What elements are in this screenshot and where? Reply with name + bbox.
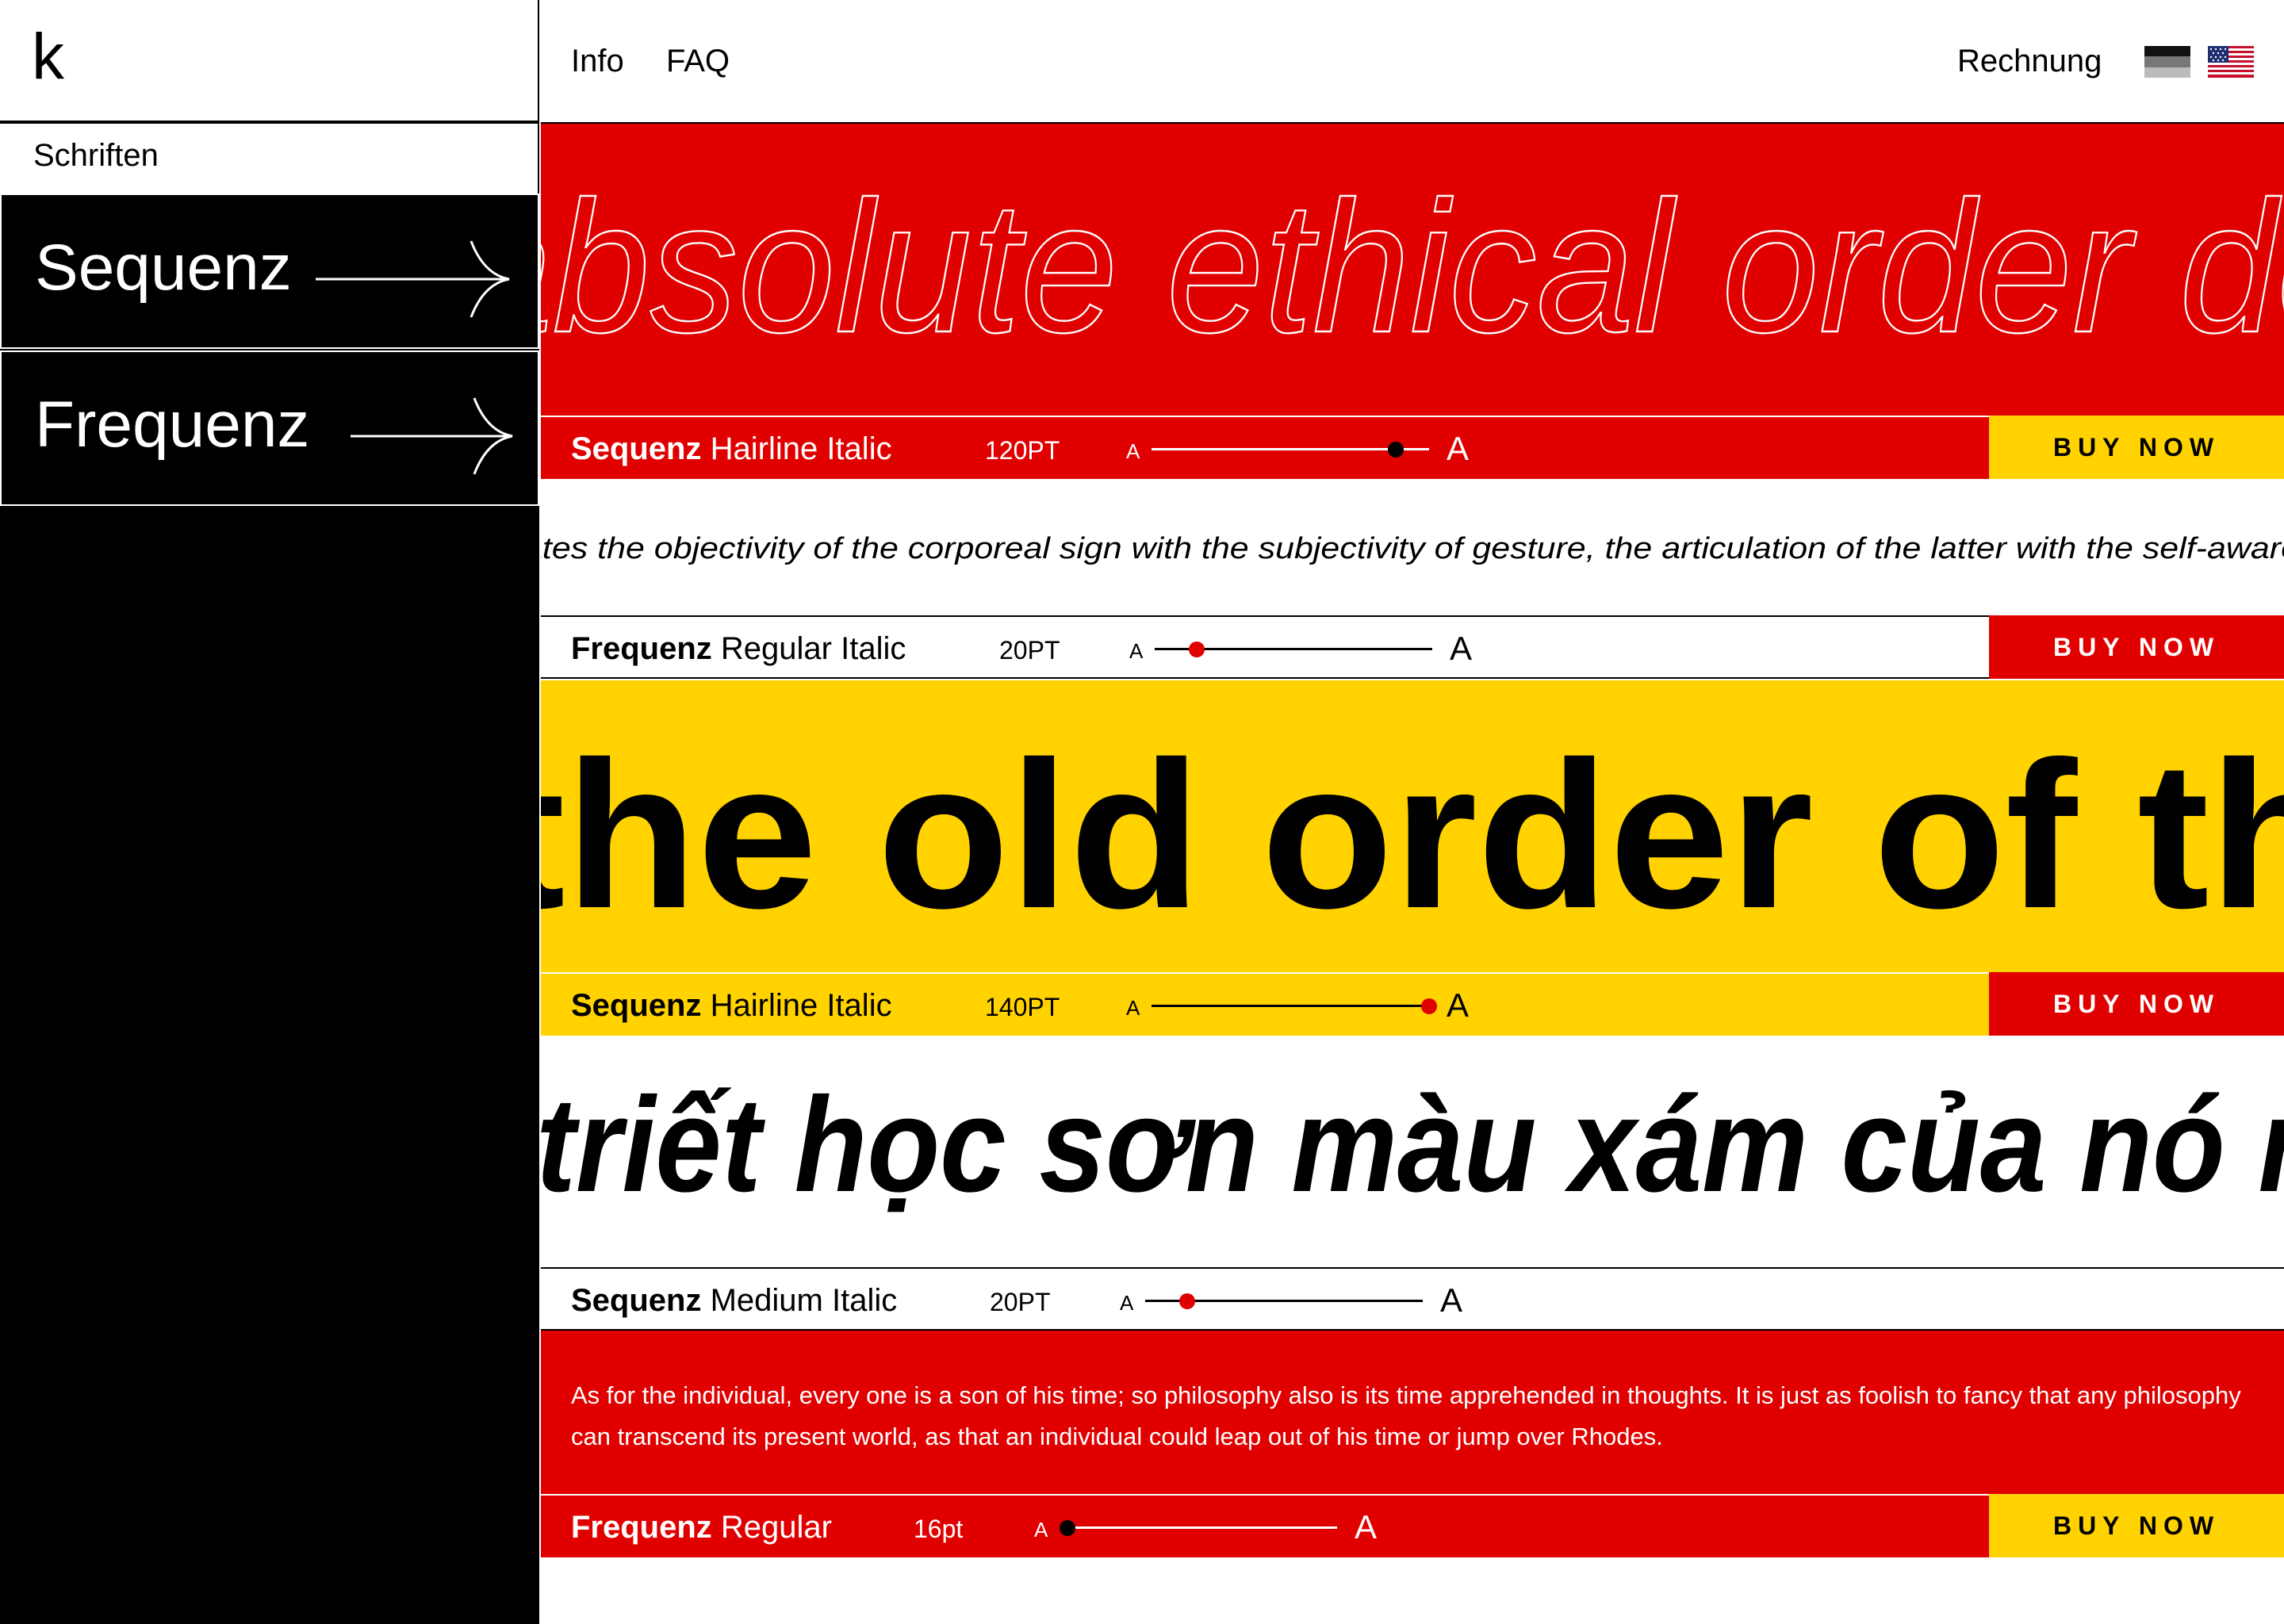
buy-now-button[interactable]: BUY NOW <box>1989 615 2284 679</box>
buy-now-button[interactable]: BUY NOW <box>1989 416 2284 479</box>
sidebar-item-label: Frequenz <box>35 389 310 461</box>
font-style: Regular <box>720 1510 832 1545</box>
font-name: Sequenz Hairline Italic <box>571 431 892 466</box>
font-size-value: 16pt <box>914 1515 964 1543</box>
section-label-fonts: Schriften <box>0 124 539 193</box>
section-label-text: Schriften <box>33 138 159 173</box>
font-family: Sequenz <box>571 431 702 466</box>
specimen-text-2[interactable]: ates the objectivity of the corporeal si… <box>541 479 2284 615</box>
arrow-right-icon <box>316 240 510 318</box>
font-name: Frequenz Regular Italic <box>571 631 906 666</box>
font-family: Sequenz <box>571 1283 702 1318</box>
specimen-text-1[interactable]: absolute ethical order de <box>541 124 2284 416</box>
font-name: Sequenz Medium Italic <box>571 1283 897 1318</box>
font-family: Frequenz <box>571 631 712 666</box>
font-family: Frequenz <box>571 1510 712 1545</box>
size-slider-handle[interactable] <box>1388 442 1404 458</box>
font-name: Frequenz Regular <box>571 1510 832 1545</box>
specimen-controls-1: Sequenz Hairline Italic 120PT A A BUY NO… <box>541 416 2284 479</box>
logo-box[interactable]: k <box>0 0 539 122</box>
specimen-text-4[interactable]: triết học sơn màu xám của nó r <box>541 1036 2284 1267</box>
size-slider-handle[interactable] <box>1178 1293 1195 1309</box>
size-min-label: A <box>1126 996 1140 1020</box>
specimen-text-2-content: ates the objectivity of the corporeal si… <box>541 532 2284 565</box>
buy-now-label: BUY NOW <box>2052 990 2221 1018</box>
nav-faq[interactable]: FAQ <box>666 41 730 81</box>
font-size-value: 20PT <box>999 636 1060 665</box>
specimen-preview-5[interactable]: As for the individual, every one is a so… <box>541 1331 2284 1494</box>
font-size-value: 140PT <box>985 993 1060 1021</box>
specimen-preview-2[interactable]: ates the objectivity of the corporeal si… <box>541 479 2284 615</box>
specimen-text-3[interactable]: the old order of th <box>541 680 2284 972</box>
size-min-label: A <box>1129 639 1144 663</box>
size-min-label: A <box>1126 439 1140 463</box>
buy-now-button[interactable]: BUY NOW <box>1989 972 2284 1036</box>
buy-now-label: BUY NOW <box>2052 433 2221 462</box>
nav-info[interactable]: Info <box>571 41 624 81</box>
size-max-label: A <box>1447 430 1470 467</box>
font-size-value: 120PT <box>985 436 1060 465</box>
specimen-text-4-content: triết học sơn màu xám của nó r <box>541 1070 2284 1220</box>
specimen-text-5-content[interactable]: As for the individual, every one is a so… <box>571 1375 2252 1457</box>
specimen-controls-5: Frequenz Regular 16pt A A BUY NOW <box>541 1494 2284 1557</box>
invoice-link[interactable]: Rechnung <box>1957 41 2102 81</box>
font-style: Medium Italic <box>710 1283 898 1318</box>
specimen-preview-1[interactable]: absolute ethical order de <box>541 124 2284 416</box>
buy-now-label: BUY NOW <box>2052 1511 2221 1540</box>
size-slider-track[interactable] <box>1060 1526 1337 1529</box>
buy-now-label: BUY NOW <box>2052 633 2221 661</box>
us-flag-icon[interactable] <box>2208 46 2254 78</box>
size-max-label: A <box>1355 1508 1378 1545</box>
buy-now-button[interactable]: BUY NOW <box>1989 1494 2284 1557</box>
arrow-right-icon <box>351 397 513 475</box>
specimen-preview-6 <box>541 1557 2284 1624</box>
specimen-controls-4: Sequenz Medium Italic 20PT A A <box>541 1267 2284 1331</box>
font-style: Regular Italic <box>720 631 906 666</box>
size-max-label: A <box>1440 1281 1463 1319</box>
font-name: Sequenz Hairline Italic <box>571 988 892 1023</box>
sidebar-item-frequenz[interactable]: Frequenz <box>0 350 539 506</box>
specimen-preview-4[interactable]: triết học sơn màu xám của nó r <box>541 1036 2284 1267</box>
size-slider-handle[interactable] <box>1060 1520 1075 1536</box>
size-min-label: A <box>1034 1518 1048 1542</box>
specimen-controls-2: Frequenz Regular Italic 20PT A A BUY NOW <box>541 615 2284 679</box>
specimen-preview-3[interactable]: the old order of th <box>541 680 2284 972</box>
top-header: Info FAQ Rechnung <box>541 0 2284 124</box>
size-slider-track[interactable] <box>1152 1005 1429 1007</box>
font-size-value: 20PT <box>990 1288 1051 1316</box>
specimen-controls-3: Sequenz Hairline Italic 140PT A A BUY NO… <box>541 972 2284 1036</box>
size-min-label: A <box>1120 1291 1134 1315</box>
specimen-text-3-content: the old order of th <box>541 718 2284 952</box>
german-flag-icon[interactable] <box>2144 46 2190 78</box>
font-style: Hairline Italic <box>710 988 892 1023</box>
sidebar: k Schriften Sequenz Frequenz <box>0 0 539 1624</box>
size-max-label: A <box>1447 986 1470 1024</box>
sidebar-item-label: Sequenz <box>35 232 292 304</box>
size-slider-handle[interactable] <box>1188 642 1205 657</box>
sidebar-item-sequenz[interactable]: Sequenz <box>0 193 539 349</box>
specimen-text-1-content: absolute ethical order de <box>541 163 2284 372</box>
font-style: Hairline Italic <box>710 431 892 466</box>
font-family: Sequenz <box>571 988 702 1023</box>
logo[interactable]: k <box>32 17 64 97</box>
size-slider-handle[interactable] <box>1421 998 1437 1014</box>
size-max-label: A <box>1450 630 1473 667</box>
